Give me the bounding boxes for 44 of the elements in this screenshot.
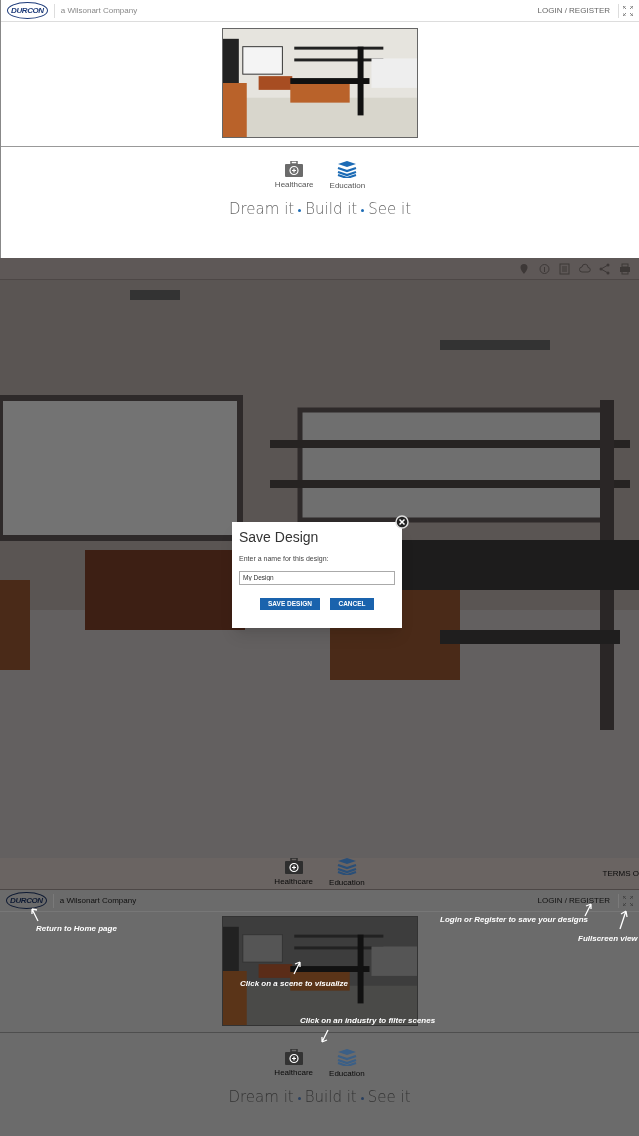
arrow-icon <box>30 907 40 923</box>
book-stack-icon <box>336 858 357 875</box>
slogan-text: See it <box>368 199 412 220</box>
document-icon[interactable] <box>559 262 571 275</box>
industry-button[interactable]: Healthcare <box>274 858 314 889</box>
info-icon[interactable] <box>539 262 551 275</box>
annotation-text: Return to Home page <box>36 923 117 935</box>
fullscreen-icon[interactable] <box>623 5 633 16</box>
arrow-icon <box>618 909 628 931</box>
dot-separator-icon <box>360 1097 364 1101</box>
company-tagline: a Wilsonart Company <box>59 894 137 907</box>
annotation-text: Fullscreen view <box>578 933 638 945</box>
login-register-link[interactable]: LOGIN / REGISTER <box>537 894 610 907</box>
dot-separator-icon <box>297 1097 301 1101</box>
arrow-icon <box>320 1028 330 1044</box>
book-stack-icon <box>336 1049 357 1066</box>
login-register-link[interactable]: LOGIN / REGISTER <box>537 4 610 17</box>
dialog-title: Save Design <box>239 530 320 544</box>
close-icon[interactable] <box>395 515 409 529</box>
annotation-text: Click on a scene to visualize <box>240 978 349 990</box>
share-icon[interactable] <box>599 262 611 275</box>
slogan-text: Dream it <box>228 199 295 220</box>
industry-button[interactable]: Healthcare <box>274 1049 314 1080</box>
annotation-text: Click on an industry to filter scenes <box>300 1015 436 1027</box>
print-icon[interactable] <box>619 262 631 275</box>
industry-button[interactable]: Education <box>329 161 366 192</box>
slogan-text: Build it <box>305 199 358 220</box>
dot-separator-icon <box>361 209 365 213</box>
lab-scene-photo[interactable] <box>222 28 418 138</box>
medical-bag-icon <box>284 1049 303 1065</box>
industry-button[interactable]: Education <box>329 858 365 889</box>
industry-button[interactable]: Education <box>329 1049 365 1080</box>
industry-button[interactable]: Healthcare <box>274 161 314 192</box>
arrow-icon <box>583 902 593 918</box>
cloud-icon[interactable] <box>579 262 591 275</box>
arrow-icon <box>292 960 302 976</box>
dot-separator-icon <box>298 209 302 213</box>
annotation-text: Login or Register to save your designs <box>440 914 589 926</box>
book-stack-icon <box>337 161 358 178</box>
medical-bag-icon <box>285 161 304 177</box>
fullscreen-icon[interactable] <box>623 895 633 906</box>
company-tagline: a Wilsonart Company <box>60 4 138 17</box>
terms-link[interactable]: TERMS O <box>602 868 639 880</box>
medical-bag-icon <box>284 858 303 874</box>
